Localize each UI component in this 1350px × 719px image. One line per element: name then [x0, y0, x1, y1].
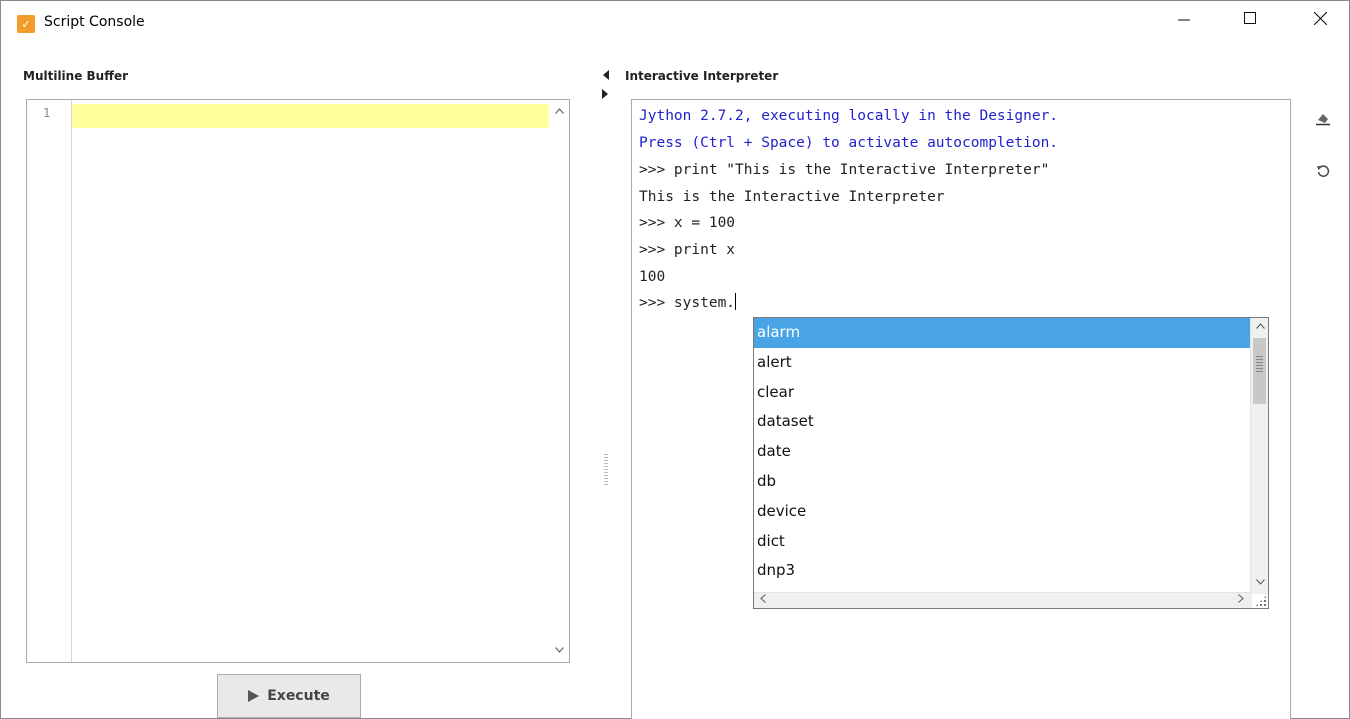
autocomplete-horizontal-scrollbar[interactable]: [754, 592, 1252, 608]
console-line: Jython 2.7.2, executing locally in the D…: [639, 108, 1059, 124]
maximize-icon: [1244, 12, 1256, 24]
execute-label: Execute: [267, 688, 330, 704]
close-button[interactable]: [1297, 1, 1343, 35]
minimize-icon: [1178, 19, 1190, 21]
autocomplete-item[interactable]: clear: [754, 378, 1250, 408]
scrollbar-grip: [1256, 356, 1263, 372]
console-line: Press (Ctrl + Space) to activate autocom…: [639, 135, 1059, 151]
autocomplete-item[interactable]: db: [754, 467, 1250, 497]
console-line: 100: [639, 269, 666, 285]
script-console-window: ✓ Script Console Multiline Buffer 1 Exec…: [0, 0, 1350, 719]
autocomplete-item[interactable]: alert: [754, 348, 1250, 378]
eraser-icon[interactable]: [1313, 109, 1333, 129]
autocomplete-popup[interactable]: alarm alert clear dataset date db device…: [753, 317, 1269, 609]
multiline-buffer-label: Multiline Buffer: [23, 69, 128, 83]
autocomplete-item[interactable]: alarm: [754, 318, 1250, 348]
autocomplete-item[interactable]: dataset: [754, 407, 1250, 437]
autocomplete-item[interactable]: dnp3: [754, 556, 1250, 586]
maximize-button[interactable]: [1227, 1, 1273, 35]
scroll-up-icon[interactable]: [552, 104, 566, 118]
interactive-interpreter-label: Interactive Interpreter: [625, 69, 779, 83]
scroll-down-icon[interactable]: [1256, 577, 1265, 589]
minimize-button[interactable]: [1161, 1, 1207, 35]
resize-grip-icon[interactable]: [1255, 595, 1267, 607]
collapse-right-arrow-icon[interactable]: [602, 89, 608, 99]
scroll-right-icon[interactable]: [1238, 594, 1244, 607]
editor-vertical-scrollbar[interactable]: [551, 100, 568, 662]
autocomplete-item[interactable]: dict: [754, 527, 1250, 557]
play-icon: [248, 690, 260, 702]
script-console-app-icon: ✓: [17, 15, 35, 33]
autocomplete-vertical-scrollbar[interactable]: [1250, 318, 1268, 594]
title-bar: ✓ Script Console: [1, 1, 1349, 35]
collapse-left-arrow-icon[interactable]: [603, 70, 609, 80]
text-caret: [735, 293, 737, 310]
scroll-down-icon[interactable]: [552, 643, 566, 657]
autocomplete-list: alarm alert clear dataset date db device…: [754, 318, 1250, 586]
close-icon: [1313, 11, 1327, 25]
scroll-up-icon[interactable]: [1256, 321, 1265, 333]
console-input-text: >>> system.: [639, 295, 736, 311]
autocomplete-item[interactable]: device: [754, 497, 1250, 527]
splitter-grip[interactable]: [604, 454, 608, 486]
scroll-left-icon[interactable]: [760, 594, 766, 607]
console-line: >>> x = 100: [639, 215, 736, 231]
reset-icon[interactable]: [1313, 161, 1333, 181]
autocomplete-item[interactable]: date: [754, 437, 1250, 467]
console-line: >>> print "This is the Interactive Inter…: [639, 162, 1050, 178]
execute-button[interactable]: Execute: [217, 674, 361, 718]
console-line: This is the Interactive Interpreter: [639, 189, 945, 205]
console-input-line[interactable]: >>> system.: [639, 293, 737, 313]
multiline-buffer-editor[interactable]: 1: [26, 99, 570, 663]
current-line-highlight[interactable]: [72, 104, 549, 128]
window-title: Script Console: [44, 14, 145, 30]
line-number-gutter: 1: [27, 100, 72, 662]
console-line: >>> print x: [639, 242, 736, 258]
line-number: 1: [43, 106, 51, 120]
